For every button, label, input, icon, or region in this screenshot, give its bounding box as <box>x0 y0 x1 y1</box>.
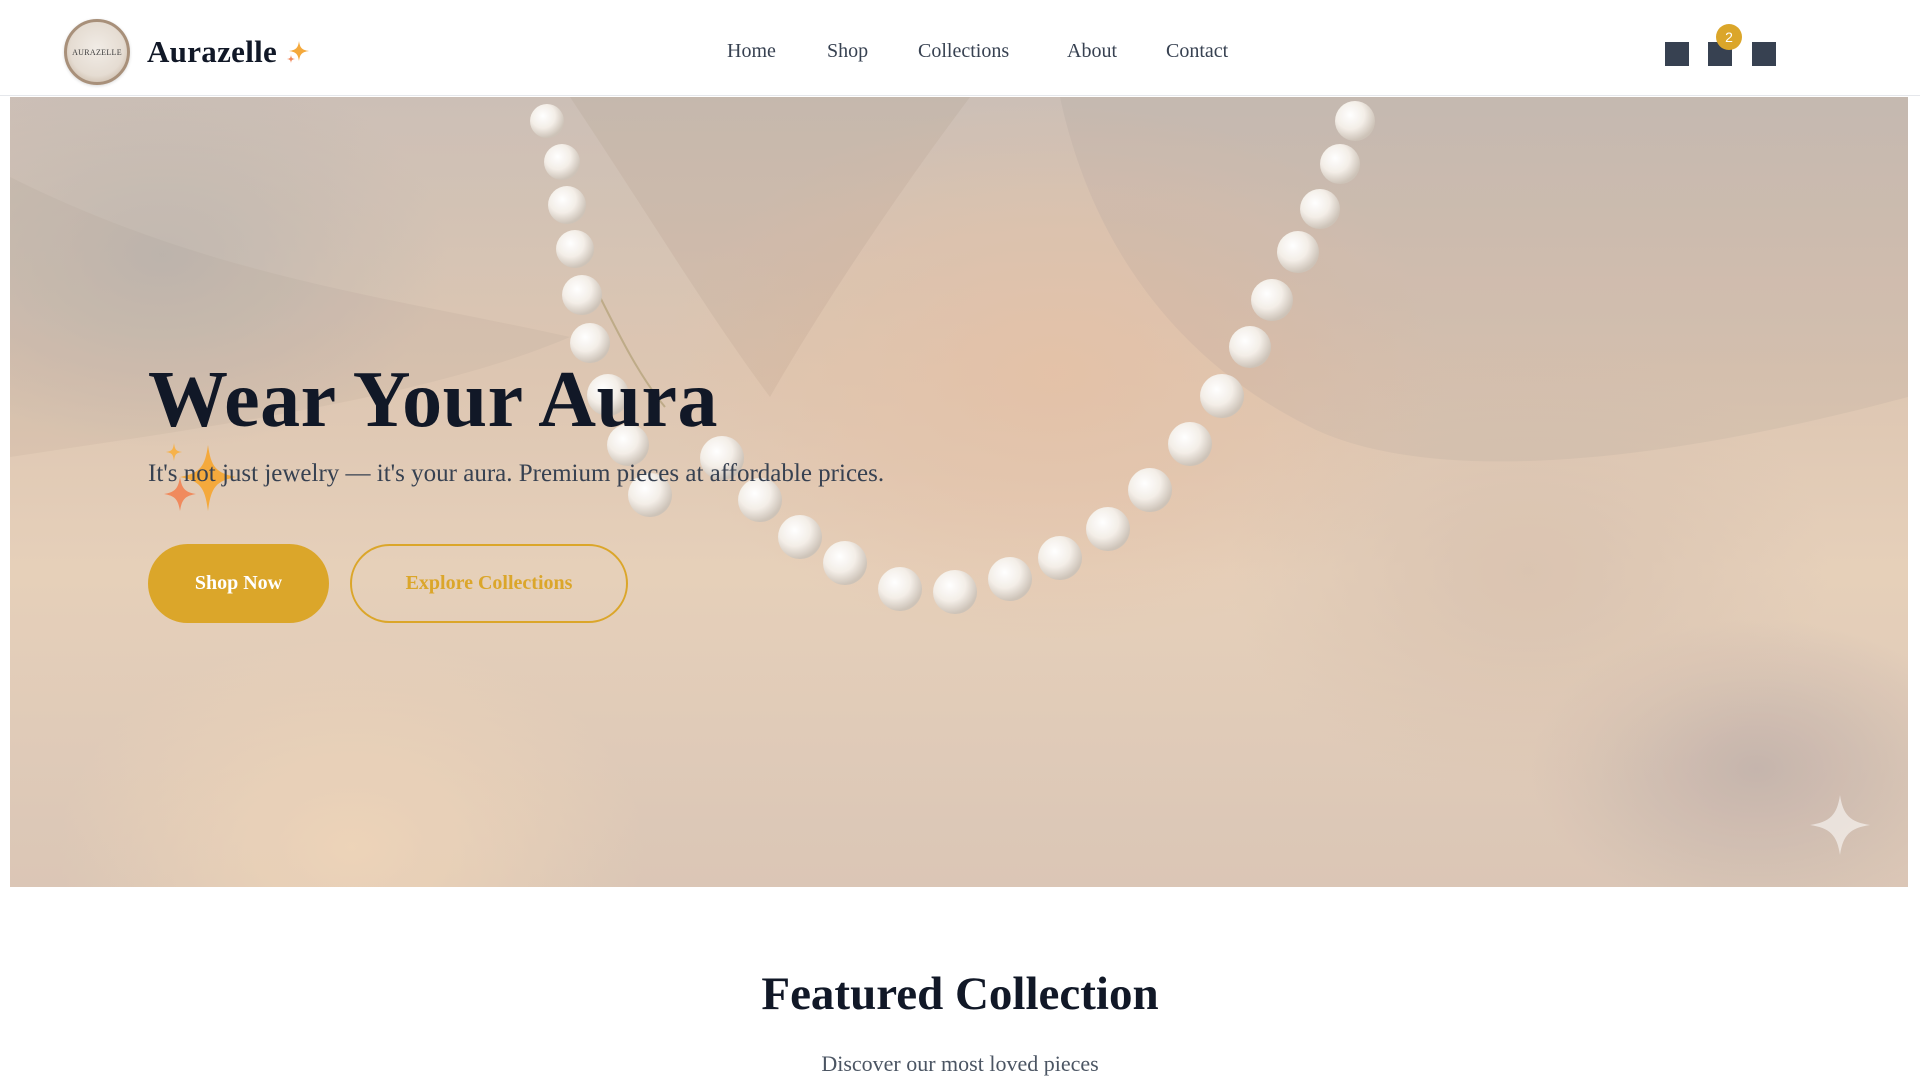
nav-collections[interactable]: Collections <box>918 40 1009 63</box>
featured-title: Featured Collection <box>761 968 1159 1020</box>
search-icon[interactable] <box>1665 42 1689 66</box>
hero-title: Wear Your Aura <box>148 356 719 444</box>
main-nav: Home Shop Collections About Contact <box>0 40 1920 70</box>
explore-collections-button[interactable]: Explore Collections <box>350 544 628 623</box>
nav-home[interactable]: Home <box>727 40 776 63</box>
nav-about[interactable]: About <box>1067 40 1117 63</box>
shop-now-button[interactable]: Shop Now <box>148 544 329 623</box>
star-icon <box>1810 795 1870 855</box>
nav-shop[interactable]: Shop <box>827 40 868 63</box>
menu-icon[interactable] <box>1752 42 1776 66</box>
cart-count-badge: 2 <box>1716 24 1742 50</box>
site-header: AURAZELLE Aurazelle Home Shop Collection… <box>0 0 1920 96</box>
hero-banner: Wear Your Aura It's not just jewelry — i… <box>10 97 1908 887</box>
featured-subtitle: Discover our most loved pieces <box>821 1051 1099 1076</box>
nav-contact[interactable]: Contact <box>1166 40 1228 63</box>
pearl-necklace-image <box>10 97 1908 887</box>
hero-subtitle: It's not just jewelry — it's your aura. … <box>148 460 885 487</box>
